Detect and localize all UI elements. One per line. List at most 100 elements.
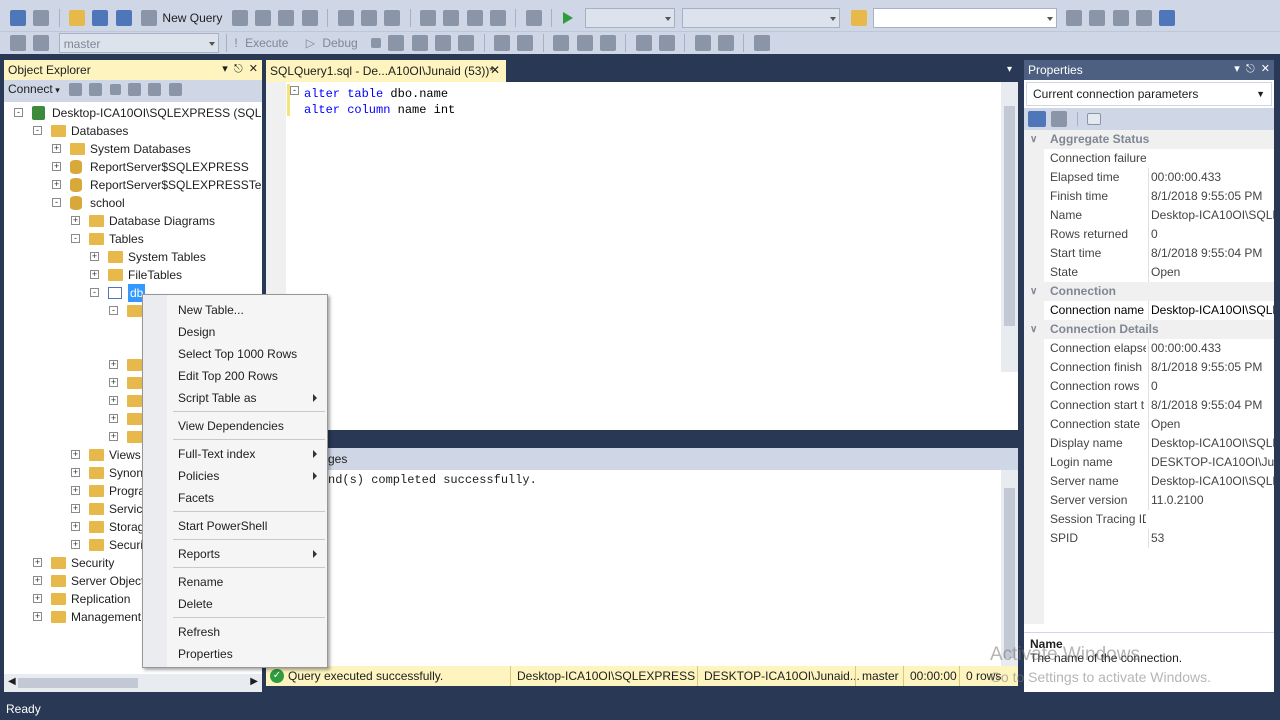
menu-item-refresh[interactable]: Refresh [143,621,327,643]
save-icon[interactable] [92,10,109,26]
refresh-icon[interactable] [148,83,162,97]
debug-button[interactable]: Debug [322,36,357,50]
redo-icon[interactable] [443,10,460,26]
scroll-left-icon[interactable]: ◀ [8,676,16,687]
window-position-icon[interactable]: ▾ [222,63,228,75]
property-row[interactable]: Connection state Open [1024,415,1274,434]
property-row[interactable]: Name Desktop-ICA10OI\SQLEXPRESS [1024,206,1274,225]
expand-icon[interactable]: + [33,558,42,567]
menu-item-script-table-as[interactable]: Script Table as [143,387,327,409]
connect-object-explorer-icon[interactable] [69,83,83,97]
property-row[interactable]: Finish time 8/1/2018 9:55:05 PM [1024,187,1274,206]
query-designer-icon[interactable] [435,35,452,51]
connect-dropdown-icon[interactable]: ▾ [53,85,60,95]
results-to-grid-icon[interactable] [599,35,616,51]
tree-node[interactable]: + Database Diagrams [4,212,262,230]
expand-icon[interactable]: + [33,594,42,603]
expand-icon[interactable]: + [71,522,80,531]
navigate-back-icon[interactable] [466,10,483,26]
display-plan-icon[interactable] [411,35,428,51]
change-connection-icon[interactable] [10,35,26,51]
categorized-icon[interactable] [1028,111,1046,127]
uncomment-icon[interactable] [658,35,675,51]
solution-config-dropdown[interactable] [584,8,675,28]
start-icon[interactable] [563,12,574,24]
menu-item-select-top-1000-rows[interactable]: Select Top 1000 Rows [143,343,327,365]
cut-icon[interactable] [337,10,354,26]
client-statistics-icon[interactable] [553,35,570,51]
menu-item-view-dependencies[interactable]: View Dependencies [143,415,327,437]
object-explorer-icon[interactable] [1089,10,1106,26]
intellisense-icon[interactable] [494,35,511,51]
find-in-files-icon[interactable] [851,10,868,26]
disconnect-icon[interactable] [33,35,50,51]
expand-icon[interactable]: + [71,486,80,495]
property-row[interactable]: Rows returned 0 [1024,225,1274,244]
add-item-icon[interactable] [33,10,50,26]
execute-button[interactable]: Execute [245,36,288,50]
collapse-category-icon[interactable]: ∨ [1030,320,1037,339]
expand-icon[interactable]: + [71,468,80,477]
expand-icon[interactable]: + [33,576,42,585]
collapse-category-icon[interactable]: ∨ [1030,130,1037,149]
query-editor[interactable]: - alter table dbo.name alter column name… [266,82,1018,430]
expand-icon[interactable]: + [90,252,99,261]
activity-monitor-icon[interactable] [525,10,542,26]
collapse-icon[interactable]: - [14,108,23,117]
comment-icon[interactable] [635,35,652,51]
property-row[interactable]: Server name Desktop-ICA10OI\SQLEXPRESS [1024,472,1274,491]
collapse-icon[interactable]: - [90,288,99,297]
scrollbar-thumb[interactable] [1004,488,1015,658]
tree-node[interactable]: - school [4,194,262,212]
collapse-icon[interactable]: - [71,234,80,243]
parse-icon[interactable] [388,35,405,51]
expand-icon[interactable]: + [71,216,80,225]
tree-node[interactable]: - Databases [4,122,262,140]
collapse-icon[interactable]: - [33,126,42,135]
expand-icon[interactable]: + [109,360,118,369]
property-row[interactable]: Start time 8/1/2018 9:55:04 PM [1024,244,1274,263]
new-project-icon[interactable] [10,10,26,26]
query-type-icon[interactable] [231,10,248,26]
menu-item-new-table[interactable]: New Table... [143,299,327,321]
debug-icon[interactable]: ▷ [306,36,315,50]
menu-item-design[interactable]: Design [143,321,327,343]
open-file-icon[interactable] [69,10,86,26]
expand-icon[interactable]: + [52,162,61,171]
property-row[interactable]: Login name DESKTOP-ICA10OI\Junaid [1024,453,1274,472]
template-explorer-icon[interactable] [1136,10,1153,26]
expand-icon[interactable]: + [109,378,118,387]
property-category[interactable]: ∨ Aggregate Status [1024,130,1274,149]
search-combo[interactable] [872,8,1057,28]
undo-icon[interactable] [419,10,436,26]
disconnect-icon[interactable] [89,83,103,97]
property-row[interactable]: State Open [1024,263,1274,282]
property-row[interactable]: SPID 53 [1024,529,1274,548]
property-pages-icon[interactable] [1087,113,1102,125]
tree-node[interactable]: + System Databases [4,140,262,158]
query-type-icon[interactable] [301,10,318,26]
include-plan-icon[interactable] [517,35,534,51]
expand-icon[interactable]: + [109,432,118,441]
new-query-button[interactable]: New Query [162,11,222,25]
query-type-icon[interactable] [255,10,272,26]
menu-item-policies[interactable]: Policies [143,465,327,487]
save-all-icon[interactable] [115,10,132,26]
expand-icon[interactable]: + [33,612,42,621]
expand-icon[interactable]: + [109,396,118,405]
increase-indent-icon[interactable] [717,35,734,51]
menu-item-full-text-index[interactable]: Full-Text index [143,443,327,465]
paste-icon[interactable] [384,10,401,26]
tree-node[interactable]: - Desktop-ICA10OI\SQLEXPRESS (SQL Se [4,104,262,122]
close-tab-icon[interactable]: ✕ [490,63,500,77]
collapse-icon[interactable]: - [109,306,118,315]
menu-item-facets[interactable]: Facets [143,487,327,509]
editor-vertical-scrollbar[interactable] [1001,82,1018,372]
property-row[interactable]: Display name Desktop-ICA10OI\SQLEXPRESS [1024,434,1274,453]
alphabetical-icon[interactable] [1051,111,1068,127]
horizontal-scrollbar[interactable]: ◀ ▶ [4,674,262,692]
expand-icon[interactable]: + [109,414,118,423]
collapse-region-icon[interactable]: - [290,86,299,95]
property-row[interactable]: Server version 11.0.2100 [1024,491,1274,510]
platform-dropdown[interactable] [681,8,840,28]
